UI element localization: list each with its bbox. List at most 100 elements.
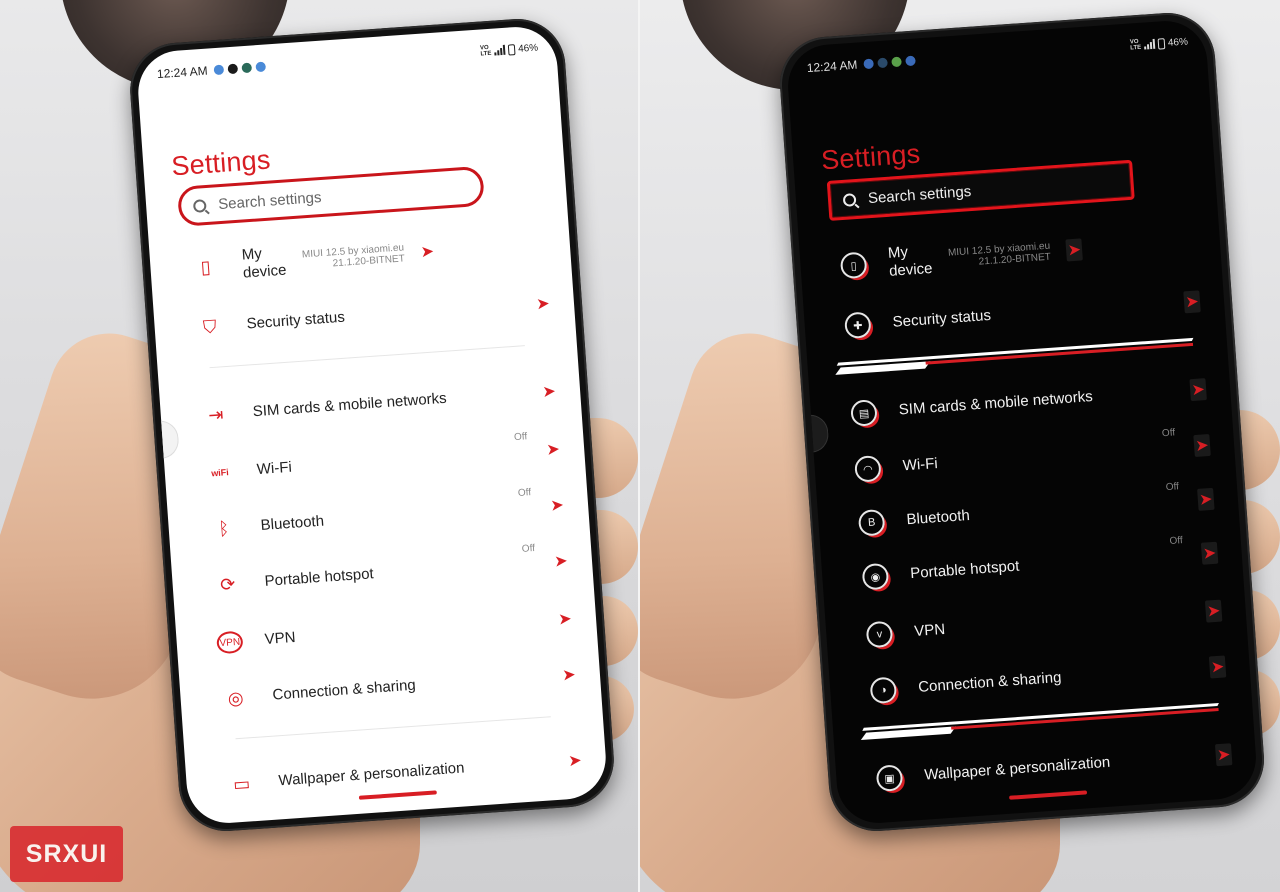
chevron-right-icon: ➤: [420, 243, 435, 262]
item-label: Security status: [892, 306, 992, 331]
item-label: My device: [887, 243, 934, 280]
settings-item-security-status[interactable]: ✚ Security status ➤: [843, 281, 1201, 346]
volte-icon: VO LTE: [479, 44, 492, 58]
chevron-right-icon: ➤: [553, 552, 569, 571]
item-label: Bluetooth: [260, 512, 325, 534]
item-label: Portable hotspot: [909, 557, 1020, 583]
phone-light: 12:24 AM VO LTE 46% Settings Search setti: [126, 15, 618, 835]
signal-icon: [1144, 38, 1156, 50]
settings-item-portable-hotspot[interactable]: ⟳ Portable hotspot Off ➤: [211, 541, 569, 606]
chevron-right-icon: ➤: [545, 440, 561, 459]
notification-icon: [890, 56, 902, 68]
notification-icon: [241, 62, 252, 74]
chevron-right-icon: ➤: [1200, 541, 1219, 565]
chevron-right-icon: ➤: [1065, 238, 1084, 262]
connection-sharing-icon: ◑: [869, 676, 898, 705]
notification-icon: [876, 57, 888, 69]
chevron-right-icon: ➤: [557, 610, 573, 629]
item-label: Connection & sharing: [272, 676, 417, 704]
chevron-right-icon: ➤: [561, 666, 577, 685]
item-label: Wi-Fi: [902, 455, 939, 475]
settings-item-my-device[interactable]: ▯ My device MIUI 12.5 by xiaomi.eu 21.1.2…: [839, 221, 1197, 286]
notification-icon: [255, 61, 266, 73]
wifi-icon: ◠: [854, 454, 882, 483]
settings-item-vpn[interactable]: v VPN ➤: [865, 591, 1223, 656]
chevron-right-icon: ➤: [1189, 378, 1207, 402]
battery-icon: [1157, 37, 1166, 50]
settings-item-wifi[interactable]: wiFi Wi-Fi Off ➤: [204, 429, 562, 494]
settings-item-portable-hotspot[interactable]: ◉ Portable hotspot Off ➤: [861, 533, 1219, 598]
notification-icon: [213, 64, 224, 76]
divider: [209, 345, 525, 369]
chevron-right-icon: ➤: [549, 496, 565, 515]
gesture-nav-bar[interactable]: [1009, 790, 1088, 800]
status-right: VO LTE 46%: [480, 42, 539, 58]
side-drawer-handle[interactable]: [159, 419, 180, 459]
item-label: Wi-Fi: [256, 458, 293, 479]
settings-item-bluetooth[interactable]: ᛒ Bluetooth Off ➤: [208, 485, 566, 550]
hotspot-state: Off: [1169, 535, 1184, 547]
settings-item-vpn[interactable]: VPN VPN ➤: [215, 599, 573, 664]
settings-item-wifi[interactable]: ◠ Wi-Fi Off ➤: [854, 425, 1212, 490]
bluetooth-icon: B: [857, 508, 886, 537]
bluetooth-state: Off: [1165, 481, 1180, 494]
settings-item-wallpaper[interactable]: ▣ Wallpaper & personalization ➤: [875, 734, 1233, 799]
item-label: Connection & sharing: [917, 668, 1062, 696]
bluetooth-state: Off: [517, 487, 532, 499]
page-title: Settings: [170, 144, 272, 182]
settings-item-my-device[interactable]: ▯ My device MIUI 12.5 by xiaomi.eu 21.1.2…: [189, 223, 547, 288]
item-label: Wallpaper & personalization: [923, 753, 1111, 784]
hotspot-icon: ⟳: [219, 573, 236, 595]
chevron-right-icon: ➤: [1214, 743, 1233, 767]
connection-sharing-icon: ◎: [227, 687, 245, 709]
phone-dark: 12:24 AM VO LTE 46% Settings Search setti: [776, 9, 1268, 835]
search-placeholder: Search settings: [867, 182, 972, 207]
battery-level: 46%: [517, 42, 539, 55]
phone-check-icon: ▯: [199, 256, 212, 278]
notification-icons: [863, 55, 916, 70]
status-right: VO LTE 46%: [1130, 36, 1189, 52]
item-label: Bluetooth: [905, 506, 971, 529]
chevron-right-icon: ➤: [567, 752, 583, 771]
notification-icons: [213, 61, 266, 76]
item-label: Security status: [246, 308, 346, 333]
wallpaper-icon: ▣: [875, 764, 904, 792]
hotspot-icon: ◉: [861, 562, 890, 591]
search-icon: [842, 192, 857, 207]
chevron-right-icon: ➤: [541, 383, 557, 402]
notification-icon: [863, 58, 874, 70]
settings-item-connection-sharing[interactable]: ◑ Connection & sharing ➤: [869, 646, 1227, 711]
sim-card-icon: ▤: [850, 399, 878, 427]
item-label: Portable hotspot: [264, 565, 375, 590]
settings-item-sim-cards[interactable]: ⇥ SIM cards & mobile networks ➤: [200, 371, 558, 436]
chevron-right-icon: ➤: [1204, 599, 1223, 623]
phone-icon: ▯: [839, 251, 868, 280]
settings-item-connection-sharing[interactable]: ◎ Connection & sharing ➤: [219, 654, 577, 719]
item-label: VPN: [913, 620, 946, 640]
srxui-watermark: SRXUI: [10, 826, 123, 882]
search-placeholder: Search settings: [217, 188, 322, 213]
settings-item-security-status[interactable]: ⛉ Security status ➤: [193, 283, 551, 348]
battery-level: 46%: [1167, 36, 1189, 49]
chevron-right-icon: ➤: [1183, 290, 1201, 314]
miui-version: MIUI 12.5 by xiaomi.eu 21.1.20-BITNET: [947, 240, 1052, 268]
hotspot-state: Off: [521, 542, 536, 555]
dark-theme-photo: 12:24 AM VO LTE 46% Settings Search setti: [640, 0, 1280, 892]
phone-screen: 12:24 AM VO LTE 46% Settings Search setti: [785, 18, 1259, 826]
phone-screen: 12:24 AM VO LTE 46% Settings Search setti: [135, 24, 609, 826]
vpn-icon: VPN: [216, 630, 244, 655]
wifi-state: Off: [1161, 427, 1176, 440]
item-label: Wallpaper & personalization: [278, 759, 465, 790]
sim-card-icon: ⇥: [207, 403, 225, 425]
notification-icon: [227, 63, 238, 75]
search-icon: [192, 198, 207, 213]
chevron-right-icon: ➤: [1197, 487, 1215, 511]
notification-icon: [904, 55, 916, 67]
bluetooth-icon: ᛒ: [217, 517, 230, 539]
side-drawer-handle[interactable]: [808, 413, 830, 453]
miui-version: MIUI 12.5 by xiaomi.eu 21.1.20-BITNET: [301, 242, 406, 270]
wallpaper-icon: ▭: [232, 772, 251, 795]
settings-item-bluetooth[interactable]: B Bluetooth Off ➤: [857, 479, 1215, 544]
status-time: 12:24 AM: [806, 57, 858, 76]
settings-item-sim-cards[interactable]: ▤ SIM cards & mobile networks ➤: [850, 369, 1208, 434]
